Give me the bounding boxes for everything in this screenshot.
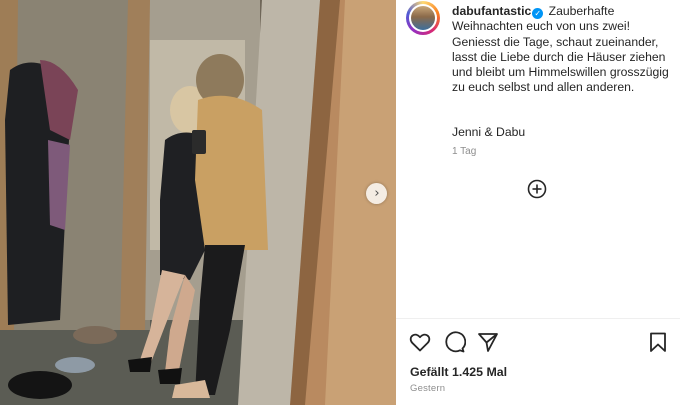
view-more-comments-button[interactable] bbox=[527, 179, 547, 199]
section-divider bbox=[396, 318, 680, 319]
plus-circle-icon bbox=[527, 179, 547, 199]
bookmark-icon bbox=[650, 332, 666, 352]
post-caption: dabufantastic ✓ Zauberhafte Weihnachten e… bbox=[452, 4, 672, 96]
post-date[interactable]: Gestern bbox=[410, 383, 445, 394]
likes-count[interactable]: Gefällt 1.425 Mal bbox=[410, 365, 507, 379]
caption-timestamp[interactable]: 1 Tag bbox=[452, 146, 476, 157]
caption-signature: Jenni & Dabu bbox=[452, 125, 526, 139]
next-image-button[interactable]: › bbox=[366, 183, 387, 204]
chevron-right-icon: › bbox=[374, 186, 380, 201]
share-button[interactable] bbox=[476, 330, 500, 354]
comment-icon bbox=[445, 331, 467, 353]
photo-illustration bbox=[0, 0, 396, 405]
username-link[interactable]: dabufantastic bbox=[452, 4, 531, 18]
verified-badge-icon: ✓ bbox=[532, 8, 544, 19]
avatar-image bbox=[411, 6, 435, 30]
post-actions-bar bbox=[396, 330, 680, 354]
save-button[interactable] bbox=[646, 330, 670, 354]
story-ring[interactable] bbox=[406, 1, 440, 35]
avatar[interactable] bbox=[409, 4, 437, 32]
comment-button[interactable] bbox=[442, 330, 467, 354]
paper-plane-icon bbox=[478, 333, 498, 352]
heart-icon bbox=[409, 333, 431, 352]
post-photo[interactable]: › bbox=[0, 0, 396, 405]
like-button[interactable] bbox=[408, 330, 432, 354]
post-sidebar: dabufantastic ✓ Zauberhafte Weihnachten e… bbox=[396, 0, 680, 405]
